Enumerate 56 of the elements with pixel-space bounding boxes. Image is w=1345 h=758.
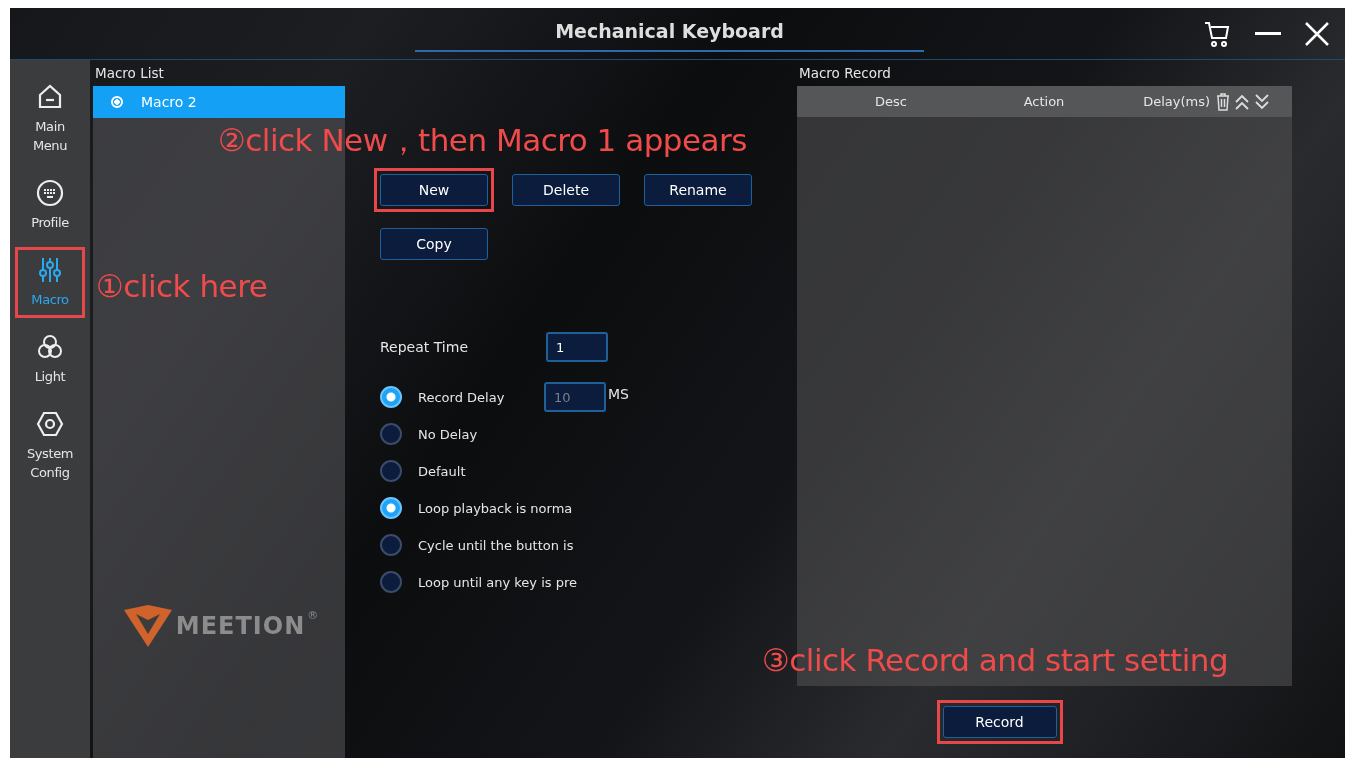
option-label: Cycle until the button is — [418, 537, 574, 553]
column-header: Action — [1022, 94, 1066, 109]
trademark-sign: ® — [307, 608, 319, 624]
field-label: Repeat Time — [380, 339, 469, 355]
nav-item[interactable]: Profile — [15, 170, 85, 241]
nav-icon — [36, 179, 64, 207]
column-header: Desc — [874, 94, 908, 109]
minimize-icon[interactable] — [1255, 31, 1281, 36]
nav-item[interactable]: Macro — [15, 247, 85, 318]
record-button[interactable]: Record — [942, 706, 1057, 738]
nav-label: Macro — [31, 291, 69, 309]
unit-label: MS — [608, 386, 629, 402]
annotation-text: ②click New，then Macro 1 appears — [218, 121, 747, 160]
nav-icon — [36, 256, 64, 284]
radio-icon — [111, 96, 123, 108]
nav-item[interactable]: Main Menu — [15, 74, 85, 164]
section-title: Macro List — [94, 64, 165, 83]
action-button[interactable]: Copy — [380, 228, 488, 260]
radio-button[interactable] — [380, 534, 402, 556]
action-button[interactable]: Rename — [644, 174, 752, 206]
item-label: Macro 2 — [141, 94, 197, 110]
nav-label: Profile — [31, 214, 69, 232]
radio-button[interactable] — [380, 423, 402, 445]
annotation-text: ①click here — [96, 268, 268, 304]
radio-button[interactable] — [380, 460, 402, 482]
nav-item[interactable]: System Config — [15, 401, 85, 491]
annotation-text: ③click Record and start setting — [762, 642, 1229, 678]
nav-icon — [36, 83, 64, 111]
logo-text: MEETION — [175, 611, 306, 642]
action-button[interactable]: New — [380, 174, 488, 206]
column-header: Delay(ms) — [1143, 94, 1210, 109]
nav-label: System Config — [25, 445, 75, 482]
radio-button[interactable] — [380, 571, 402, 593]
nav-label: Light — [34, 368, 66, 386]
nav-item[interactable]: Light — [15, 324, 85, 395]
radio-button[interactable] — [380, 497, 402, 519]
double-up-icon[interactable] — [1234, 92, 1250, 111]
nav-icon — [36, 333, 64, 361]
option-label: Record Delay — [418, 389, 506, 405]
double-down-icon[interactable] — [1254, 92, 1270, 111]
window-title: Mechanical Keyboard — [415, 19, 924, 52]
repeat-time-field[interactable]: 1 — [546, 332, 608, 362]
trash-icon[interactable] — [1216, 92, 1230, 111]
radio-button[interactable] — [380, 386, 402, 408]
nav-label: Main Menu — [31, 118, 69, 155]
close-icon[interactable] — [1305, 21, 1329, 46]
cart-icon[interactable] — [1203, 19, 1231, 48]
option-label: Loop until any key is pre — [418, 574, 577, 590]
logo-icon[interactable] — [121, 604, 174, 648]
option-label: Default — [418, 463, 467, 479]
option-label: Loop playback is norma — [418, 500, 573, 516]
delay-field[interactable]: 10 — [544, 382, 606, 412]
action-button[interactable]: Delete — [512, 174, 620, 206]
nav-icon — [36, 410, 64, 438]
option-label: No Delay — [418, 426, 479, 442]
section-title: Macro Record — [798, 64, 892, 83]
